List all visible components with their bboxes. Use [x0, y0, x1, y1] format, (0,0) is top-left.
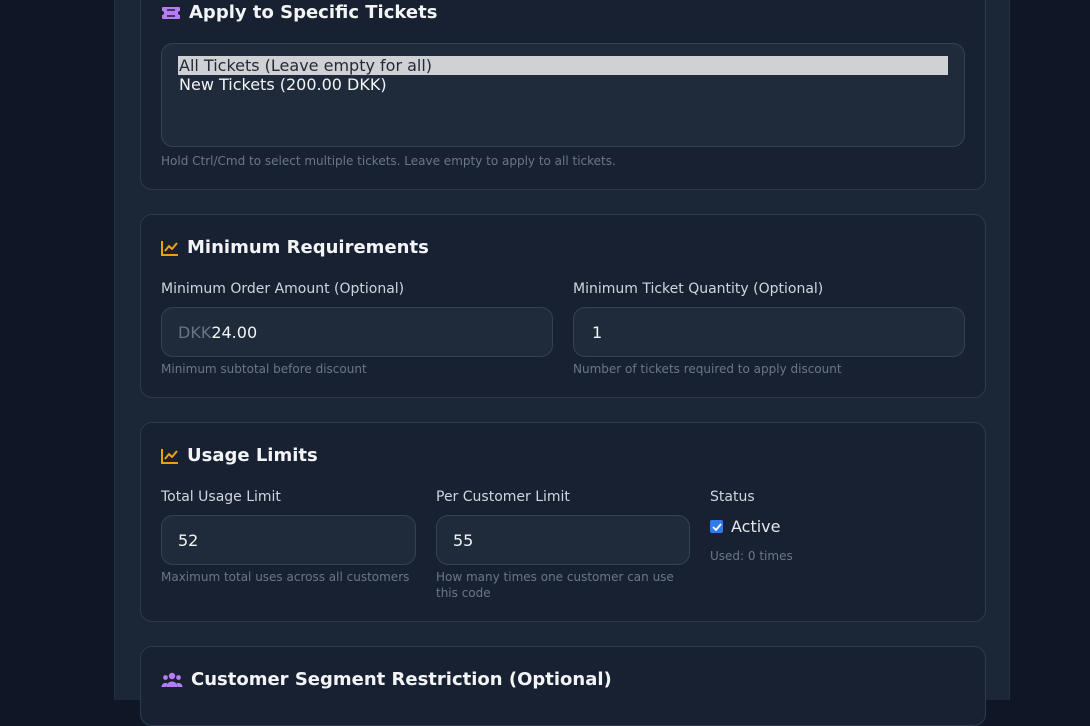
min-qty-hint: Number of tickets required to apply disc…: [573, 362, 842, 376]
active-checkbox[interactable]: [710, 520, 723, 533]
min-order-field[interactable]: DKK 24.00: [161, 307, 553, 357]
min-qty-value: 1: [592, 322, 603, 342]
status-label: Status: [710, 489, 755, 505]
min-qty-field[interactable]: 1: [573, 307, 965, 357]
active-label: Active: [731, 517, 781, 536]
min-requirements-title: Minimum Requirements: [161, 237, 429, 258]
users-icon: [161, 672, 183, 688]
total-usage-hint: Maximum total uses across all customers: [161, 570, 410, 584]
ticket-multiselect[interactable]: All Tickets (Leave empty for all) New Ti…: [161, 43, 965, 147]
per-customer-field[interactable]: 55: [436, 515, 690, 565]
total-usage-label: Total Usage Limit: [161, 489, 281, 505]
min-requirements-card: Minimum Requirements Minimum Order Amoun…: [140, 214, 986, 398]
page-column: Apply to Specific Tickets All Tickets (L…: [114, 0, 1010, 726]
ticket-option-new[interactable]: New Tickets (200.00 DKK): [178, 75, 948, 94]
usage-limits-title: Usage Limits: [161, 445, 318, 466]
total-usage-value: 52: [178, 530, 199, 550]
ticket-option-all[interactable]: All Tickets (Leave empty for all): [178, 56, 948, 75]
segment-title-text: Customer Segment Restriction (Optional): [191, 669, 612, 690]
per-customer-value: 55: [453, 530, 474, 550]
active-toggle[interactable]: Active: [710, 517, 781, 536]
segment-card: Customer Segment Restriction (Optional): [140, 646, 986, 726]
per-customer-label: Per Customer Limit: [436, 489, 570, 505]
used-count: Used: 0 times: [710, 549, 793, 563]
usage-limits-title-text: Usage Limits: [187, 445, 318, 466]
tickets-title-text: Apply to Specific Tickets: [189, 2, 438, 23]
total-usage-field[interactable]: 52: [161, 515, 416, 565]
segment-title: Customer Segment Restriction (Optional): [161, 669, 612, 690]
min-requirements-title-text: Minimum Requirements: [187, 237, 429, 258]
min-qty-label: Minimum Ticket Quantity (Optional): [573, 281, 824, 297]
chart-line-icon: [161, 448, 179, 464]
chart-line-icon: [161, 240, 179, 256]
ticket-icon: [161, 6, 181, 20]
currency-prefix: DKK: [178, 322, 212, 342]
usage-limits-card: Usage Limits Total Usage Limit 52 Maximu…: [140, 422, 986, 622]
min-order-hint: Minimum subtotal before discount: [161, 362, 367, 376]
min-order-label: Minimum Order Amount (Optional): [161, 281, 405, 297]
tickets-card-title: Apply to Specific Tickets: [161, 2, 437, 23]
tickets-card: Apply to Specific Tickets All Tickets (L…: [140, 0, 986, 190]
per-customer-hint: How many times one customer can use this…: [436, 570, 674, 600]
min-order-value: 24.00: [211, 322, 258, 342]
tickets-hint: Hold Ctrl/Cmd to select multiple tickets…: [161, 154, 616, 168]
